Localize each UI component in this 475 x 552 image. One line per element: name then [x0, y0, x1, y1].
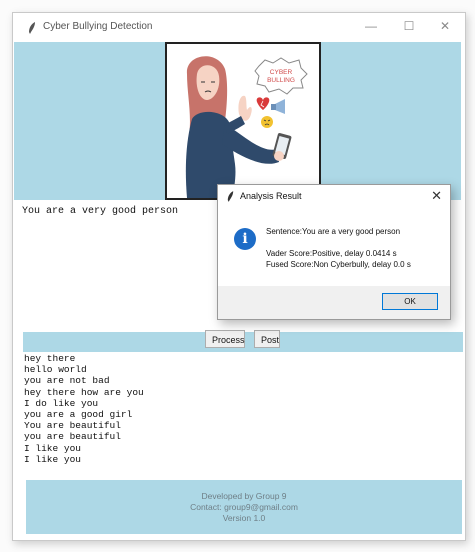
input-sentence-display[interactable]: You are a very good person — [22, 206, 178, 217]
history-item[interactable]: hello world — [24, 364, 454, 375]
dialog-fused-score: Fused Score:Non Cyberbully, delay 0.0 s — [266, 260, 411, 269]
dialog-vader-score: Vader Score:Positive, delay 0.0414 s — [266, 249, 397, 258]
dialog-sentence: Sentence:You are a very good person — [266, 227, 401, 236]
history-item[interactable]: I do like you — [24, 398, 454, 409]
footer-developer: Developed by Group 9 — [201, 491, 287, 501]
bubble-text-1: CYBER — [270, 69, 293, 76]
cyberbullying-illustration: CYBER BULLING — [165, 42, 321, 200]
history-list[interactable]: hey there hello world you are not bad he… — [24, 353, 454, 465]
info-icon: i — [234, 228, 256, 250]
title-bar[interactable]: Cyber Bullying Detection — ☐ ✕ — [13, 13, 465, 41]
history-item[interactable]: you are a good girl — [24, 409, 454, 420]
feather-icon — [29, 22, 35, 34]
minimize-button[interactable]: — — [363, 19, 379, 33]
window-title: Cyber Bullying Detection — [43, 21, 153, 32]
post-button[interactable]: Post — [254, 330, 280, 348]
dialog-title: Analysis Result — [240, 191, 302, 201]
history-item[interactable]: you are beautiful — [24, 431, 454, 442]
screenshot-page: Cyber Bullying Detection — ☐ ✕ CYBER BUL… — [0, 0, 475, 552]
bubble-text-2: BULLING — [267, 77, 295, 84]
footer-version: Version 1.0 — [222, 513, 266, 523]
ok-button[interactable]: OK — [382, 293, 438, 310]
illustration-graphic: CYBER BULLING — [185, 56, 308, 198]
feather-icon — [227, 191, 234, 202]
dialog-close-button[interactable]: ✕ — [431, 188, 442, 204]
close-button[interactable]: ✕ — [437, 19, 453, 33]
history-item[interactable]: You are beautiful — [24, 420, 454, 431]
dialog-button-bar: OK — [218, 286, 450, 319]
history-item[interactable]: I like you — [24, 454, 454, 465]
process-button[interactable]: Process — [205, 330, 245, 348]
history-item[interactable]: you are not bad — [24, 375, 454, 386]
maximize-button[interactable]: ☐ — [401, 19, 417, 33]
footer: Developed by Group 9 Contact: group9@gma… — [26, 480, 462, 534]
footer-contact: Contact: group9@gmail.com — [190, 502, 298, 512]
analysis-result-dialog: Analysis Result ✕ i Sentence:You are a v… — [217, 184, 451, 320]
history-item[interactable]: I like you — [24, 443, 454, 454]
history-item[interactable]: hey there — [24, 353, 454, 364]
history-item[interactable]: hey there how are you — [24, 387, 454, 398]
